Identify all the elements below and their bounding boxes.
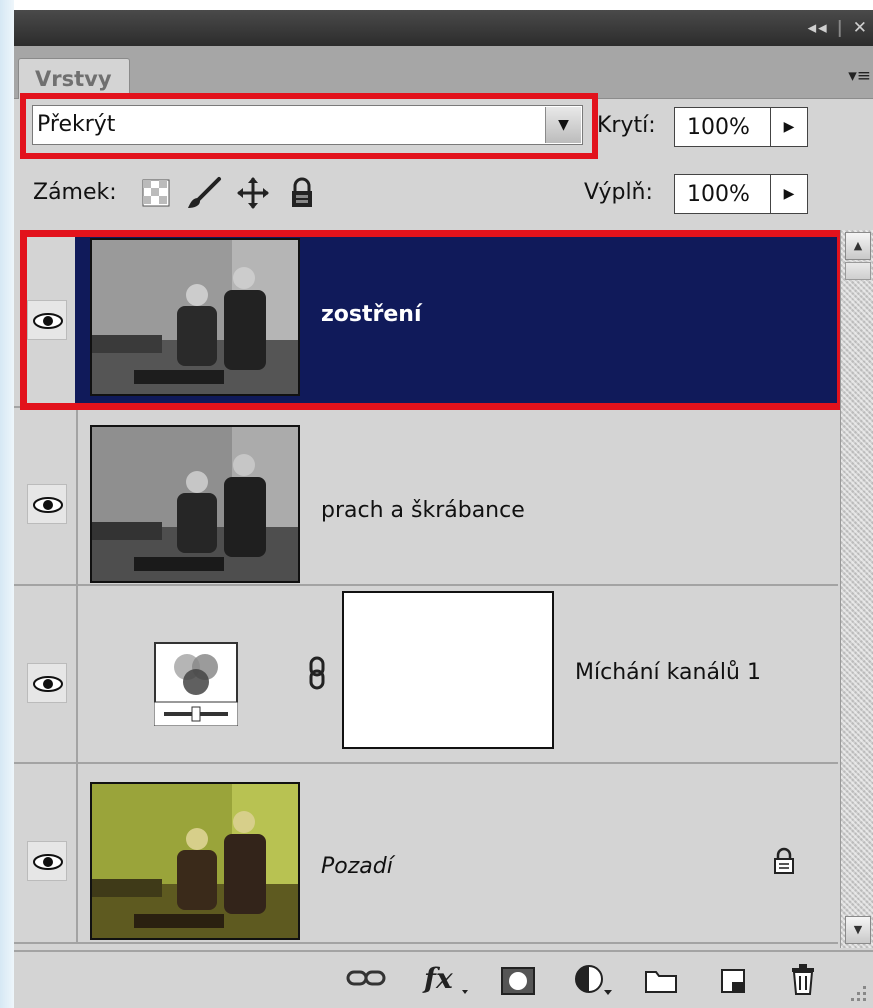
- layer-row-pozadi[interactable]: Pozadí: [14, 764, 838, 944]
- new-layer-icon[interactable]: [718, 966, 748, 996]
- opacity-value: 100%: [687, 115, 750, 140]
- resize-grip-icon[interactable]: [847, 982, 869, 1004]
- layer-row-michani-kanalu[interactable]: Míchání kanálů 1: [14, 586, 838, 764]
- adjustment-layer-icon[interactable]: [574, 964, 614, 998]
- opacity-slider-arrow-icon[interactable]: ▶: [770, 108, 807, 146]
- close-icon[interactable]: ✕: [853, 18, 869, 38]
- brush-icon[interactable]: [186, 176, 222, 210]
- fill-label: Výplň:: [584, 180, 653, 205]
- lock-transparency-icon[interactable]: [141, 178, 171, 208]
- layer-mask-thumbnail[interactable]: [342, 591, 554, 749]
- separator: |: [836, 18, 845, 38]
- trash-icon[interactable]: [788, 962, 818, 996]
- visibility-column: [14, 764, 78, 942]
- layer-name[interactable]: Míchání kanálů 1: [575, 660, 761, 685]
- eye-icon[interactable]: [27, 300, 67, 340]
- lock-all-icon[interactable]: [288, 176, 316, 210]
- group-folder-icon[interactable]: [644, 968, 678, 994]
- scroll-down-arrow-icon[interactable]: ▼: [845, 916, 871, 944]
- scroll-thumb[interactable]: [845, 262, 871, 280]
- photo-thumbnail-bw: [92, 240, 298, 394]
- eye-icon[interactable]: [27, 663, 67, 703]
- layers-list: zostření prach a škrábance Míchání kanál…: [14, 230, 838, 948]
- svg-text:fx: fx: [422, 962, 453, 995]
- layer-name[interactable]: Pozadí: [321, 854, 393, 879]
- lock-icon: [774, 847, 794, 874]
- layer-name[interactable]: prach a škrábance: [321, 498, 525, 523]
- scroll-up-arrow-icon[interactable]: ▲: [845, 232, 871, 260]
- fill-slider-arrow-icon[interactable]: ▶: [770, 175, 807, 213]
- fill-field[interactable]: 100% ▶: [674, 174, 808, 214]
- photo-thumbnail-color: [92, 784, 298, 938]
- layer-thumbnail: [90, 238, 300, 396]
- eye-icon[interactable]: [27, 484, 67, 524]
- opacity-field[interactable]: 100% ▶: [674, 107, 808, 147]
- layer-row-prach[interactable]: prach a škrábance: [14, 408, 838, 586]
- lock-label: Zámek:: [33, 180, 117, 205]
- tab-strip: Vrstvy ▾≡: [14, 46, 873, 99]
- panel-titlebar: ◂◂ | ✕: [14, 10, 873, 46]
- layer-name[interactable]: zostření: [321, 302, 422, 327]
- photo-thumbnail-bw: [92, 427, 298, 581]
- layers-footer-toolbar: fx: [14, 950, 873, 1008]
- chain-link-icon[interactable]: [308, 656, 328, 690]
- move-icon[interactable]: [236, 176, 270, 210]
- fx-icon[interactable]: fx: [422, 962, 470, 996]
- visibility-column: [14, 586, 78, 762]
- layer-thumbnail: [90, 425, 300, 583]
- eye-icon[interactable]: [27, 841, 67, 881]
- blend-mode-highlight: [20, 93, 598, 159]
- link-layers-icon[interactable]: [346, 966, 386, 990]
- layers-scrollbar[interactable]: ▲ ▼: [840, 230, 873, 948]
- opacity-label: Krytí:: [597, 113, 656, 138]
- add-mask-icon[interactable]: [500, 966, 536, 996]
- layers-panel: ◂◂ | ✕ Vrstvy ▾≡ Překrýt ▼ Krytí: 100% ▶…: [14, 10, 873, 1008]
- layer-thumbnail: [90, 782, 300, 940]
- panel-menu-icon[interactable]: ▾≡: [848, 66, 871, 86]
- double-arrow-left-icon[interactable]: ◂◂: [808, 18, 829, 38]
- layer-row-zostreni[interactable]: zostření: [14, 230, 838, 408]
- visibility-column: [14, 230, 78, 406]
- channel-mixer-icon[interactable]: [154, 642, 238, 726]
- visibility-column: [14, 408, 78, 584]
- fill-value: 100%: [687, 182, 750, 207]
